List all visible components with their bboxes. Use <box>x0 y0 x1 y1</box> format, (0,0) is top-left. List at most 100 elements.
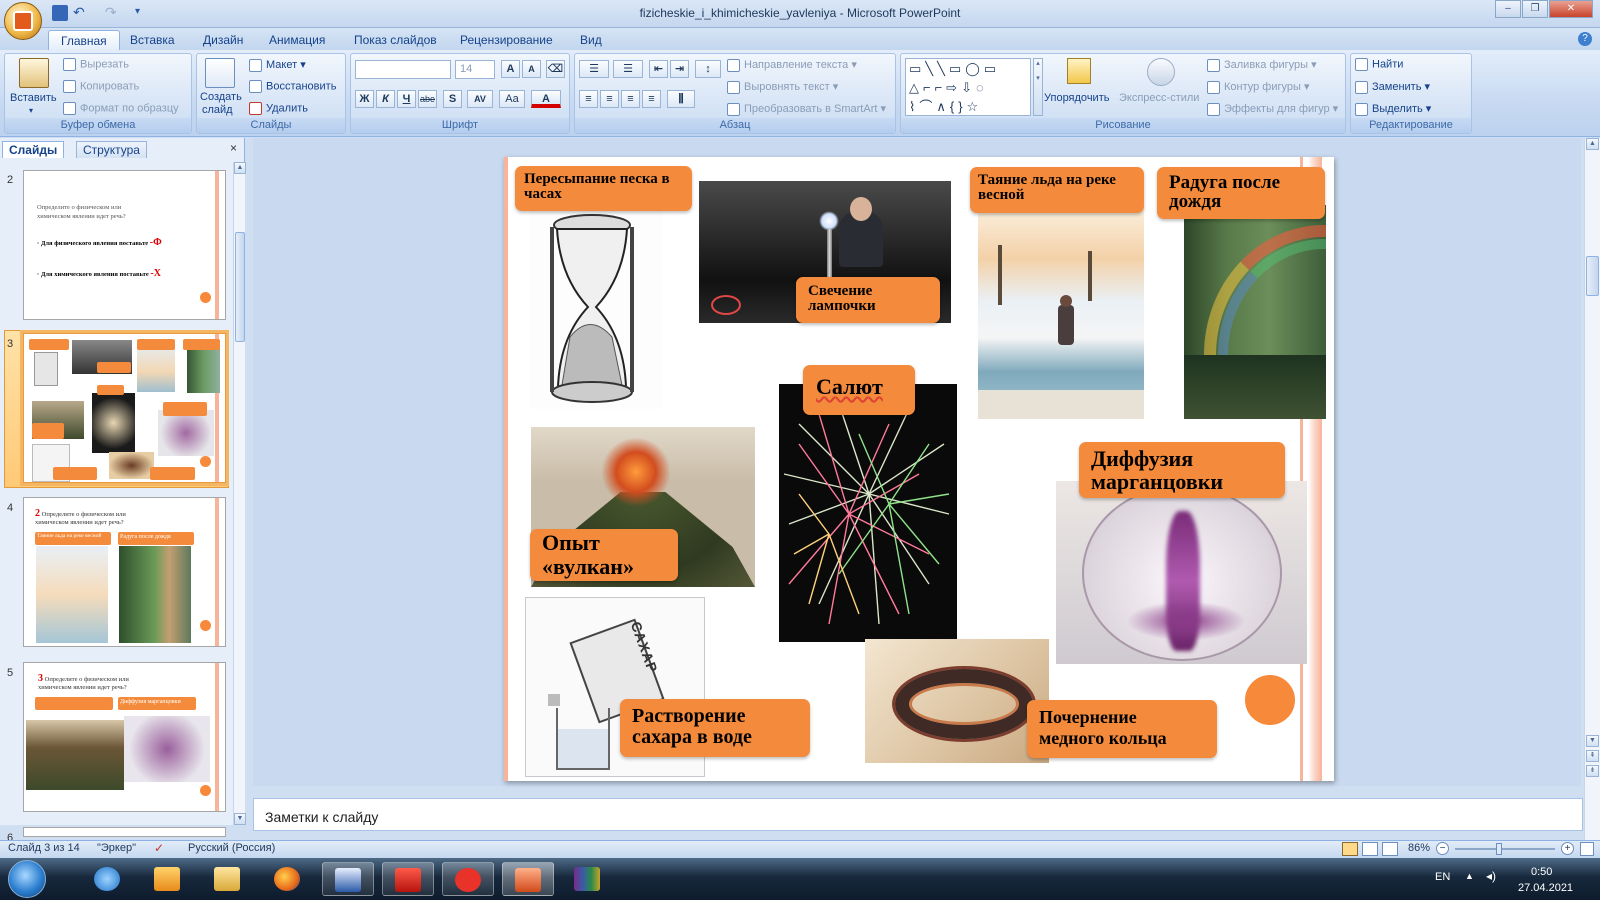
align-left-icon[interactable]: ≡ <box>579 90 598 108</box>
shapes-gallery[interactable]: ▭╲╲▭◯▭ △⌐⌐⇨⇩◌ ⌇⌒∧{}☆ <box>905 58 1031 116</box>
line-spacing-icon[interactable]: ↕ <box>695 60 721 78</box>
tab-animation[interactable]: Анимация <box>257 30 337 50</box>
slide-thumbnail-6[interactable] <box>23 827 226 837</box>
label-ice[interactable]: Таяние льда на реке весной <box>970 167 1144 213</box>
label-ring[interactable]: Почернение медного кольца <box>1027 700 1217 758</box>
text-shadow-button[interactable]: S <box>443 90 462 108</box>
spellcheck-icon[interactable]: ✓ <box>154 841 170 855</box>
close-panel-icon[interactable]: × <box>230 141 237 155</box>
font-size-combo[interactable]: 14 <box>455 60 495 79</box>
taskbar-media-player[interactable] <box>142 862 194 896</box>
columns-icon[interactable]: ⫼ <box>667 90 695 108</box>
scroll-thumb[interactable] <box>235 232 245 342</box>
previous-slide-icon[interactable]: ⇞ <box>1586 750 1599 762</box>
minimize-button[interactable]: – <box>1495 0 1521 18</box>
label-sugar[interactable]: Растворение сахара в воде <box>620 699 810 757</box>
font-name-combo[interactable] <box>355 60 451 79</box>
current-slide[interactable]: Пересыпание песка в часах Свечение лампо… <box>504 157 1334 781</box>
taskbar-explorer[interactable] <box>202 862 254 896</box>
change-case-button[interactable]: Aa <box>499 90 525 108</box>
paste-button[interactable]: Вставить <box>10 92 57 104</box>
volume-icon[interactable]: ◂) <box>1486 869 1496 883</box>
italic-button[interactable]: К <box>376 90 395 108</box>
scroll-up-icon[interactable]: ▲ <box>1586 138 1599 150</box>
slide-thumbnail-5[interactable]: 3 Определите о физическом или химическом… <box>23 662 226 812</box>
scroll-thumb[interactable] <box>1586 256 1599 296</box>
label-salute[interactable]: Салют <box>803 365 915 415</box>
tab-insert[interactable]: Вставка <box>118 30 187 50</box>
replace-button[interactable]: Заменить ▾ <box>1355 80 1430 94</box>
theme-name[interactable]: "Эркер" <box>97 842 136 854</box>
taskbar-winrar[interactable] <box>562 862 614 896</box>
shape-effects-button[interactable]: Эффекты для фигур ▾ <box>1207 102 1338 116</box>
slides-panel-scrollbar[interactable]: ▲ ▼ <box>233 162 246 825</box>
slide-thumbnail-2[interactable]: Определите о физическом или химическом я… <box>23 170 226 320</box>
arrange-button[interactable]: Упорядочить <box>1044 92 1109 104</box>
taskbar-yandex[interactable] <box>442 862 494 896</box>
taskbar-acrobat[interactable] <box>382 862 434 896</box>
underline-button[interactable]: Ч <box>397 90 416 108</box>
new-slide-button-line1[interactable]: Создать <box>200 91 242 103</box>
layout-button[interactable]: Макет ▾ <box>249 58 306 72</box>
numbering-icon[interactable]: ☰ <box>613 60 643 78</box>
clock-time[interactable]: 0:50 <box>1531 866 1552 878</box>
shape-fill-button[interactable]: Заливка фигуры ▾ <box>1207 58 1317 72</box>
zoom-out-icon[interactable]: − <box>1436 842 1449 855</box>
taskbar-powerpoint[interactable] <box>502 862 554 896</box>
tab-slides-panel[interactable]: Слайды <box>2 141 65 158</box>
copper-ring-picture[interactable] <box>865 639 1049 763</box>
select-button[interactable]: Выделить ▾ <box>1355 102 1431 116</box>
shrink-font-button[interactable]: A <box>522 60 541 78</box>
close-button[interactable]: ✕ <box>1549 0 1593 18</box>
tray-arrow-icon[interactable]: ▲ <box>1465 871 1474 881</box>
zoom-slider-thumb[interactable] <box>1496 843 1502 855</box>
maximize-button[interactable]: ❐ <box>1522 0 1548 18</box>
notes-pane[interactable] <box>253 798 1583 831</box>
clock-date[interactable]: 27.04.2021 <box>1518 882 1573 894</box>
character-spacing-button[interactable]: AV <box>467 90 493 108</box>
normal-view-icon[interactable] <box>1342 842 1358 856</box>
label-diffusion[interactable]: Диффузия марганцовки <box>1079 442 1285 498</box>
bold-button[interactable]: Ж <box>355 90 374 108</box>
scroll-down-icon[interactable]: ▼ <box>1586 735 1599 747</box>
tab-design[interactable]: Дизайн <box>191 30 255 50</box>
hourglass-picture[interactable] <box>530 207 662 409</box>
copy-button[interactable]: Копировать <box>63 80 139 93</box>
slide-thumbnail-3[interactable] <box>20 330 229 486</box>
next-slide-icon[interactable]: ⇟ <box>1586 765 1599 777</box>
scroll-up-icon[interactable]: ▲ <box>234 162 246 174</box>
convert-smartart-button[interactable]: Преобразовать в SmartArt ▾ <box>727 102 886 116</box>
tab-review[interactable]: Рецензирование <box>448 30 565 50</box>
taskbar-word[interactable] <box>322 862 374 896</box>
scroll-down-icon[interactable]: ▼ <box>234 813 246 825</box>
editor-scrollbar[interactable]: ▲ ▼ ⇞ ⇟ <box>1584 138 1600 840</box>
fit-to-window-icon[interactable] <box>1580 842 1594 856</box>
tab-outline-panel[interactable]: Структура <box>76 141 147 158</box>
language-status[interactable]: Русский (Россия) <box>188 842 275 854</box>
increase-indent-icon[interactable]: ⇥ <box>670 60 689 78</box>
align-right-icon[interactable]: ≡ <box>621 90 640 108</box>
taskbar-firefox[interactable] <box>262 862 314 896</box>
zoom-level[interactable]: 86% <box>1408 842 1430 854</box>
rainbow-picture[interactable] <box>1184 205 1326 419</box>
grow-font-button[interactable]: A <box>501 60 520 78</box>
format-painter-button[interactable]: Формат по образцу <box>63 102 179 115</box>
tab-home[interactable]: Главная <box>48 30 120 50</box>
notes-placeholder[interactable]: Заметки к слайду <box>265 809 378 825</box>
label-lamp[interactable]: Свечение лампочки <box>796 277 940 323</box>
slideshow-view-icon[interactable] <box>1382 842 1398 856</box>
zoom-in-icon[interactable]: + <box>1561 842 1574 855</box>
fireworks-picture[interactable] <box>779 384 957 642</box>
taskbar-ie[interactable] <box>82 862 134 896</box>
font-color-button[interactable]: A <box>531 90 561 108</box>
text-direction-button[interactable]: Направление текста ▾ <box>727 58 857 72</box>
zoom-slider[interactable] <box>1455 848 1555 850</box>
quick-styles-button[interactable]: Экспресс-стили <box>1119 92 1199 104</box>
shapes-scroll[interactable]: ▴ ▾ <box>1033 58 1043 116</box>
bullets-icon[interactable]: ☰ <box>579 60 609 78</box>
delete-slide-button[interactable]: Удалить <box>249 102 308 115</box>
decrease-indent-icon[interactable]: ⇤ <box>649 60 668 78</box>
new-slide-button-line2[interactable]: слайд <box>202 104 233 116</box>
clear-format-icon[interactable]: ⌫ <box>546 60 565 78</box>
reset-button[interactable]: Восстановить <box>249 80 336 93</box>
